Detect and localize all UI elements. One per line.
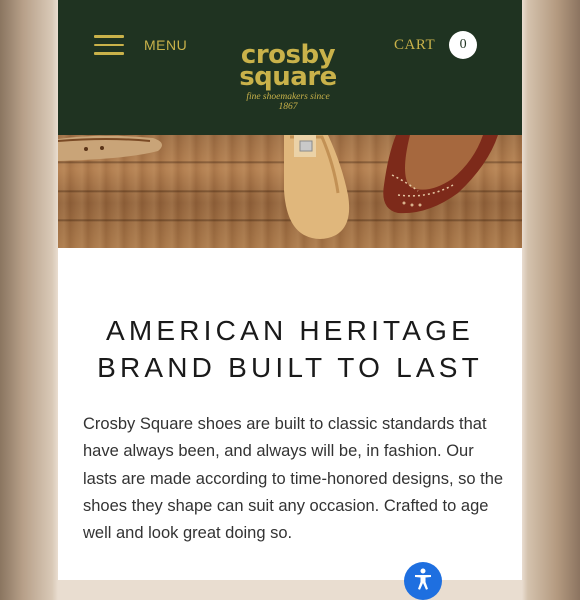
menu-button[interactable]: MENU: [94, 32, 204, 58]
page-headline: AMERICAN HERITAGE BRAND BUILT TO LAST: [58, 312, 522, 386]
phone-frame: MENU crosby square fine shoemakers since…: [58, 0, 522, 580]
wingtip-shoe-icon: [383, 135, 498, 214]
site-header: MENU crosby square fine shoemakers since…: [58, 0, 522, 135]
accessibility-icon: [415, 568, 431, 590]
hero-illustration: [58, 135, 498, 239]
cart-button[interactable]: CART 0: [394, 30, 478, 60]
headline-line-1: AMERICAN HERITAGE: [105, 315, 475, 346]
accessibility-button[interactable]: [404, 562, 442, 600]
brand-description: Crosby Square shoes are built to classic…: [83, 415, 504, 543]
main-content: AMERICAN HERITAGE BRAND BUILT TO LAST Cr…: [58, 248, 522, 580]
cart-count-badge: 0: [449, 31, 478, 59]
hamburger-icon: [94, 34, 124, 56]
partial-shoe-icon: [58, 135, 162, 161]
hero-image: [58, 135, 522, 248]
logo-tagline: fine shoemakers since 1867: [246, 92, 330, 112]
logo-word-square: square: [239, 62, 337, 92]
shoe-tree-icon: [284, 135, 350, 239]
headline-line-2: BRAND BUILT TO LAST: [97, 352, 483, 383]
brand-logo[interactable]: crosby square fine shoemakers since 1867: [218, 42, 358, 114]
menu-label: MENU: [144, 37, 188, 53]
cart-label: CART: [394, 36, 436, 53]
